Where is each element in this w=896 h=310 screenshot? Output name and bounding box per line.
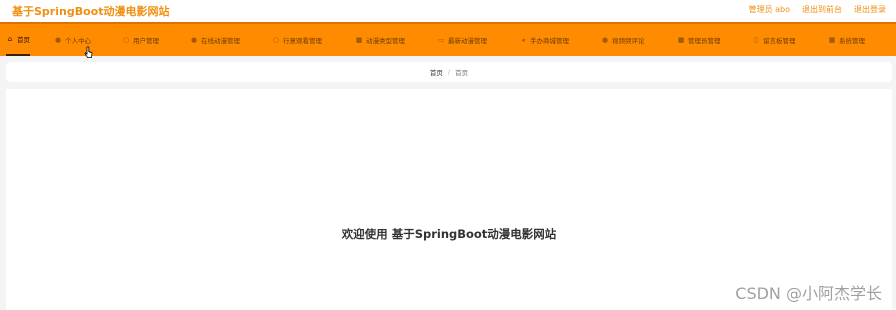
nav-item-label: 在线动漫管理 bbox=[201, 37, 240, 45]
home-icon: ⌂ bbox=[7, 35, 13, 43]
nav-item-label: 管理员管理 bbox=[688, 37, 721, 45]
breadcrumb-home[interactable]: 首页 bbox=[430, 67, 443, 77]
category-icon: ■ bbox=[355, 36, 363, 44]
logout-link[interactable]: 退出登录 bbox=[854, 4, 886, 15]
breadcrumb-current: 首页 bbox=[455, 69, 469, 77]
breadcrumb: 首页 / 首页 bbox=[6, 62, 892, 82]
nav-item-label: 个人中心 bbox=[65, 37, 91, 45]
nav-item-online-anime[interactable]: ● 在线动漫管理 bbox=[190, 24, 240, 56]
film-icon: ● bbox=[190, 36, 198, 44]
nav-item-label: 用户管理 bbox=[133, 37, 159, 45]
nav-item-system[interactable]: ■ 系统管理 bbox=[828, 24, 865, 56]
main-content: 欢迎使用 基于SpringBoot动漫电影网站 bbox=[6, 89, 892, 310]
message-icon: ▯ bbox=[754, 36, 758, 44]
main-nav: ⌂ 首页 ● 个人中心 ○ 用户管理 ● 在线动漫管理 ○ 行意观看管理 ■ 动… bbox=[0, 22, 896, 56]
nav-item-anime-types[interactable]: ■ 动漫类型管理 bbox=[355, 24, 405, 56]
user-icon: ● bbox=[54, 36, 62, 44]
nav-item-users[interactable]: ○ 用户管理 bbox=[122, 24, 159, 56]
nav-item-label: 留言板管理 bbox=[763, 37, 796, 45]
admin-user-link[interactable]: 管理员 abo bbox=[749, 4, 790, 15]
news-icon: ▭ bbox=[437, 36, 445, 44]
nav-item-label: 视频频评论 bbox=[612, 37, 645, 45]
header-links: 管理员 abo 退出到前台 退出登录 bbox=[749, 4, 886, 15]
settings-icon: ■ bbox=[828, 36, 836, 44]
watch-icon: ○ bbox=[272, 36, 280, 44]
breadcrumb-separator: / bbox=[447, 68, 451, 76]
nav-item-watch[interactable]: ○ 行意观看管理 bbox=[272, 24, 322, 56]
watermark: CSDN @小阿杰学长 bbox=[735, 284, 882, 303]
nav-item-label: 行意观看管理 bbox=[283, 37, 322, 45]
nav-item-label: 首页 bbox=[17, 36, 30, 44]
welcome-message: 欢迎使用 基于SpringBoot动漫电影网站 bbox=[341, 227, 557, 241]
nav-item-video-comments[interactable]: ● 视频频评论 bbox=[601, 24, 645, 56]
nav-item-admins[interactable]: ■ 管理员管理 bbox=[677, 24, 721, 56]
nav-item-label: 系统管理 bbox=[839, 37, 865, 45]
nav-item-label: 手办商城管理 bbox=[530, 37, 569, 45]
users-icon: ○ bbox=[122, 36, 130, 44]
nav-item-message-board[interactable]: ▯ 留言板管理 bbox=[752, 24, 796, 56]
nav-item-label: 动漫类型管理 bbox=[366, 37, 405, 45]
shop-icon: ◂ bbox=[521, 36, 525, 44]
nav-item-home[interactable]: ⌂ 首页 bbox=[6, 24, 30, 56]
nav-item-figure-shop[interactable]: ◂ 手办商城管理 bbox=[519, 24, 569, 56]
comment-icon: ● bbox=[601, 36, 609, 44]
admin-icon: ■ bbox=[677, 36, 685, 44]
top-header: 基于SpringBoot动漫电影网站 管理员 abo 退出到前台 退出登录 bbox=[0, 0, 896, 22]
nav-item-label: 最新动漫管理 bbox=[448, 37, 487, 45]
back-to-frontend-link[interactable]: 退出到前台 bbox=[802, 4, 842, 15]
site-title: 基于SpringBoot动漫电影网站 bbox=[12, 5, 170, 18]
nav-item-latest-anime[interactable]: ▭ 最新动漫管理 bbox=[437, 24, 487, 56]
